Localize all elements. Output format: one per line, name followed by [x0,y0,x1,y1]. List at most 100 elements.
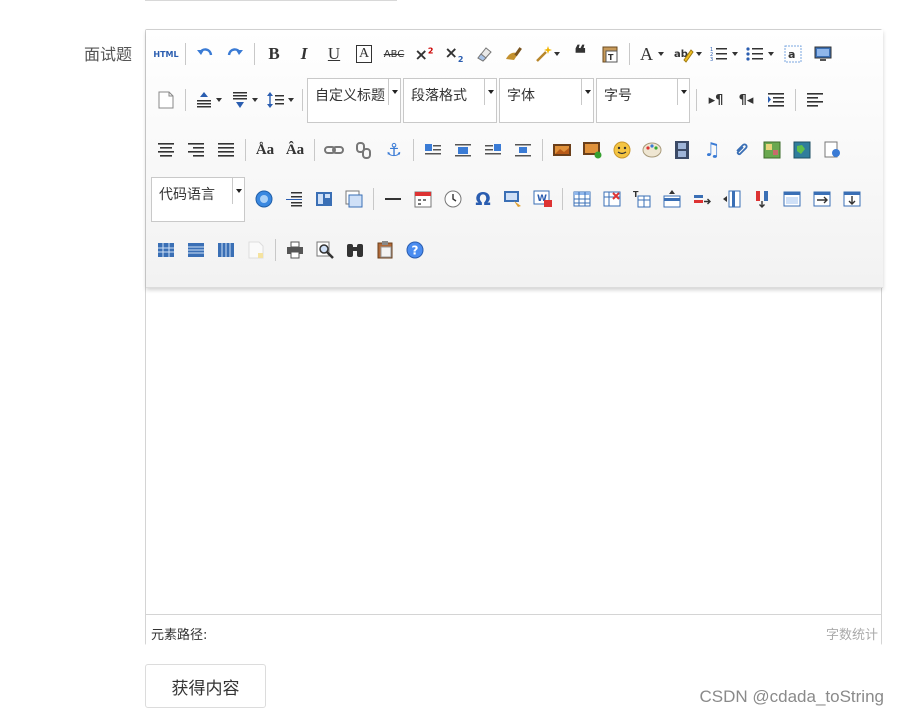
insert-time-button[interactable] [438,184,468,214]
bold-button[interactable]: B [259,39,289,69]
blockquote-button[interactable]: ❝ [565,39,595,69]
get-content-button[interactable]: 获得内容 [145,664,266,708]
direction-ltr-button[interactable]: ▸¶ [701,85,731,115]
superscript-button[interactable]: ×2 [409,39,439,69]
separator [185,43,186,65]
gmap-button[interactable] [787,135,817,165]
map-button[interactable] [757,135,787,165]
split-to-rows-button[interactable] [181,235,211,265]
special-chars-button[interactable]: Ω [468,184,498,214]
clear-document-button[interactable] [151,85,181,115]
split-to-cells-button[interactable] [151,235,181,265]
image-left-button[interactable] [448,135,478,165]
insert-frame-button[interactable] [817,135,847,165]
preview-button[interactable] [808,39,838,69]
source-html-button[interactable]: HTML [151,39,181,69]
strikethrough-button[interactable]: ABC [379,39,409,69]
remove-format-button[interactable] [469,39,499,69]
chevron-down-icon [232,177,244,204]
delete-row-button[interactable] [687,184,717,214]
horizontal-rule-button[interactable] [378,184,408,214]
link-button[interactable] [319,135,349,165]
insert-image-icon [583,142,602,159]
uppercase-icon: Åa [255,141,275,158]
line-height-button[interactable] [262,85,298,115]
subscript-button[interactable]: ×2 [439,39,469,69]
page-break-button[interactable] [279,184,309,214]
paragraph-format-select[interactable]: 段落格式 [403,77,497,123]
template-icon [316,192,332,206]
omega-icon: Ω [475,188,491,210]
redo-button[interactable] [220,39,250,69]
eraser-icon [477,47,492,62]
drafts-button[interactable] [370,235,400,265]
font-family-select[interactable]: 字体 [499,77,594,123]
insert-row-button[interactable] [657,184,687,214]
custom-heading-select[interactable]: 自定义标题 [307,77,401,123]
underline-button[interactable]: U [319,39,349,69]
delete-table-button[interactable] [597,184,627,214]
justify-full-button[interactable] [211,135,241,165]
select-all-button[interactable]: a [778,39,808,69]
justify-left-button[interactable] [800,85,830,115]
insert-code-button[interactable] [249,184,279,214]
fontborder-button[interactable]: A [349,39,379,69]
unordered-list-button[interactable] [742,39,778,69]
anchor-button[interactable]: ⚓ [379,135,409,165]
merge-right-button[interactable] [807,184,837,214]
template-button[interactable] [309,184,339,214]
font-size-select[interactable]: 字号 [596,77,690,123]
print-button[interactable] [280,235,310,265]
auto-typeset-button[interactable] [529,39,565,69]
italic-button[interactable]: I [289,39,319,69]
find-button[interactable] [340,235,370,265]
row-spacing-top-button[interactable] [190,85,226,115]
image-center-button[interactable] [508,135,538,165]
lowercase-button[interactable]: Âa [280,135,310,165]
editor-content-area[interactable] [146,288,883,615]
insert-video-button[interactable] [667,135,697,165]
search-replace-button[interactable] [310,235,340,265]
magic-wand-icon [535,46,552,62]
word-image-button[interactable]: W [528,184,558,214]
insert-image-button[interactable] [577,135,607,165]
image-right-button[interactable] [478,135,508,165]
undo-button[interactable] [190,39,220,69]
insert-date-button[interactable] [408,184,438,214]
attachment-button[interactable] [727,135,757,165]
format-painter-button[interactable] [499,39,529,69]
split-to-cols-button[interactable] [211,235,241,265]
uppercase-button[interactable]: Åa [250,135,280,165]
font-color-button[interactable]: A [634,39,670,69]
indent-button[interactable] [761,85,791,115]
separator [542,139,543,161]
merge-down-button[interactable] [837,184,867,214]
row-spacing-bottom-button[interactable] [226,85,262,115]
music-button[interactable]: ♫ [697,135,727,165]
justify-center-button[interactable] [151,135,181,165]
iframe-icon [824,141,840,158]
paste-text-icon: T [602,46,618,63]
background-button[interactable] [339,184,369,214]
background-color-button[interactable]: ab [670,39,706,69]
paste-plain-button[interactable]: T [595,39,625,69]
insert-table-button[interactable] [567,184,597,214]
toolbar-row-3: Åa Âa ⚓ ♫ [151,126,847,174]
ordered-list-button[interactable]: 123 [706,39,742,69]
image-none-button[interactable] [418,135,448,165]
snapscreen-button[interactable] [498,184,528,214]
emotion-button[interactable] [607,135,637,165]
insert-col-button[interactable] [717,184,747,214]
help-button[interactable]: ? [400,235,430,265]
justify-right-button[interactable] [181,135,211,165]
direction-rtl-button[interactable]: ¶◂ [731,85,761,115]
insert-paragraph-before-table-button[interactable]: T [627,184,657,214]
scrawl-button[interactable] [637,135,667,165]
chevron-down-icon [581,78,593,105]
charts-button[interactable] [241,235,271,265]
delete-col-button[interactable] [747,184,777,214]
merge-cells-button[interactable] [777,184,807,214]
unlink-button[interactable] [349,135,379,165]
code-language-select[interactable]: 代码语言 [151,176,245,222]
simple-upload-button[interactable] [547,135,577,165]
